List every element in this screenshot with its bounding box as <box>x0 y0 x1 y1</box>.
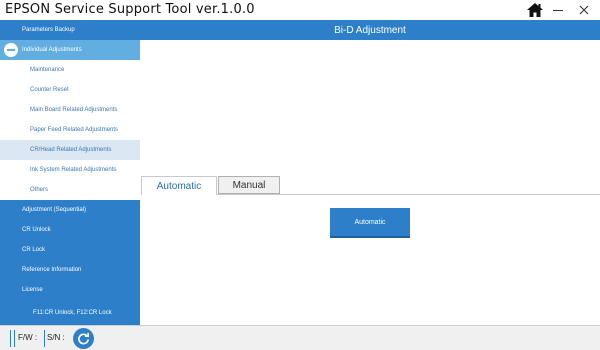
page-title: Bi-D Adjustment <box>140 20 600 40</box>
sidebar-item-label: CR Unlock <box>22 227 51 233</box>
sidebar-item-label: Maintenance <box>30 67 65 73</box>
automatic-button[interactable]: Automatic <box>330 208 410 238</box>
status-divider <box>14 330 15 347</box>
minimize-icon <box>553 9 563 11</box>
sidebar-item-license[interactable]: License <box>0 280 140 300</box>
sidebar-item-paper-feed[interactable]: Paper Feed Related Adjustments <box>0 120 140 140</box>
sidebar-item-cr-lock[interactable]: CR Lock <box>0 240 140 260</box>
status-divider <box>10 330 11 347</box>
status-divider <box>44 330 45 347</box>
sidebar-item-label: CR Lock <box>22 247 46 253</box>
sidebar-item-individual-adjustments[interactable]: Individual Adjustments <box>0 40 140 60</box>
home-icon <box>527 3 543 17</box>
sidebar-item-label: Adjustment (Sequential) <box>22 207 87 213</box>
sidebar-item-others[interactable]: Others <box>0 180 140 200</box>
sidebar-item-maintenance[interactable]: Maintenance <box>0 60 140 80</box>
tab-label: Manual <box>232 179 266 191</box>
tab-label: Automatic <box>156 180 202 192</box>
close-icon <box>579 5 589 15</box>
page-title-label: Bi-D Adjustment <box>334 24 406 36</box>
shortcut-hint-label: F11:CR Unlock, F12:CR Lock <box>33 310 112 316</box>
app-title: EPSON Service Support Tool ver.1.0.0 <box>5 2 255 17</box>
sidebar-item-label: Ink System Related Adjustments <box>30 167 117 173</box>
sidebar-item-cr-head[interactable]: CR/Head Related Adjustments <box>0 140 140 160</box>
refresh-button[interactable] <box>73 328 94 349</box>
refresh-icon <box>78 332 89 345</box>
sidebar-item-label: Reference Information <box>22 267 82 273</box>
shortcut-hint: F11:CR Unlock, F12:CR Lock <box>0 303 140 323</box>
sidebar-item-reference-information[interactable]: Reference Information <box>0 260 140 280</box>
sidebar-item-parameters-backup[interactable]: Parameters Backup <box>0 20 140 40</box>
minimize-button[interactable] <box>548 0 568 20</box>
sidebar-item-label: Individual Adjustments <box>22 47 82 53</box>
sidebar-item-counter-reset[interactable]: Counter Reset <box>0 80 140 100</box>
sidebar-item-adjustment-sequential[interactable]: Adjustment (Sequential) <box>0 200 140 220</box>
home-button[interactable] <box>524 0 546 20</box>
collapse-icon <box>4 43 18 57</box>
sidebar-item-label: Paper Feed Related Adjustments <box>30 127 119 133</box>
sidebar: Parameters Backup Individual Adjustments… <box>0 20 140 325</box>
sidebar-submenu: Maintenance Counter Reset Main Board Rel… <box>0 60 140 224</box>
firmware-label: F/W : <box>18 333 38 342</box>
status-bar: F/W : S/N : <box>0 325 600 350</box>
tab-divider <box>217 194 600 195</box>
sidebar-item-cr-unlock[interactable]: CR Unlock <box>0 220 140 240</box>
sidebar-item-label: Parameters Backup <box>22 27 75 33</box>
sidebar-item-ink-system[interactable]: Ink System Related Adjustments <box>0 160 140 180</box>
sidebar-item-label: Others <box>30 187 49 193</box>
tab-automatic[interactable]: Automatic <box>141 176 217 195</box>
sidebar-item-label: Counter Reset <box>30 87 69 93</box>
title-bar: EPSON Service Support Tool ver.1.0.0 <box>0 0 600 20</box>
sidebar-item-label: CR/Head Related Adjustments <box>30 147 112 153</box>
sidebar-item-label: Main Board Related Adjustments <box>30 107 118 113</box>
sidebar-item-label: License <box>22 287 43 293</box>
serial-number-label: S/N : <box>47 333 65 342</box>
automatic-button-label: Automatic <box>354 218 386 226</box>
sidebar-item-main-board[interactable]: Main Board Related Adjustments <box>0 100 140 120</box>
close-button[interactable] <box>574 0 594 20</box>
tab-manual[interactable]: Manual <box>218 176 280 194</box>
sidebar-bottom-menu: Adjustment (Sequential) CR Unlock CR Loc… <box>0 200 140 325</box>
